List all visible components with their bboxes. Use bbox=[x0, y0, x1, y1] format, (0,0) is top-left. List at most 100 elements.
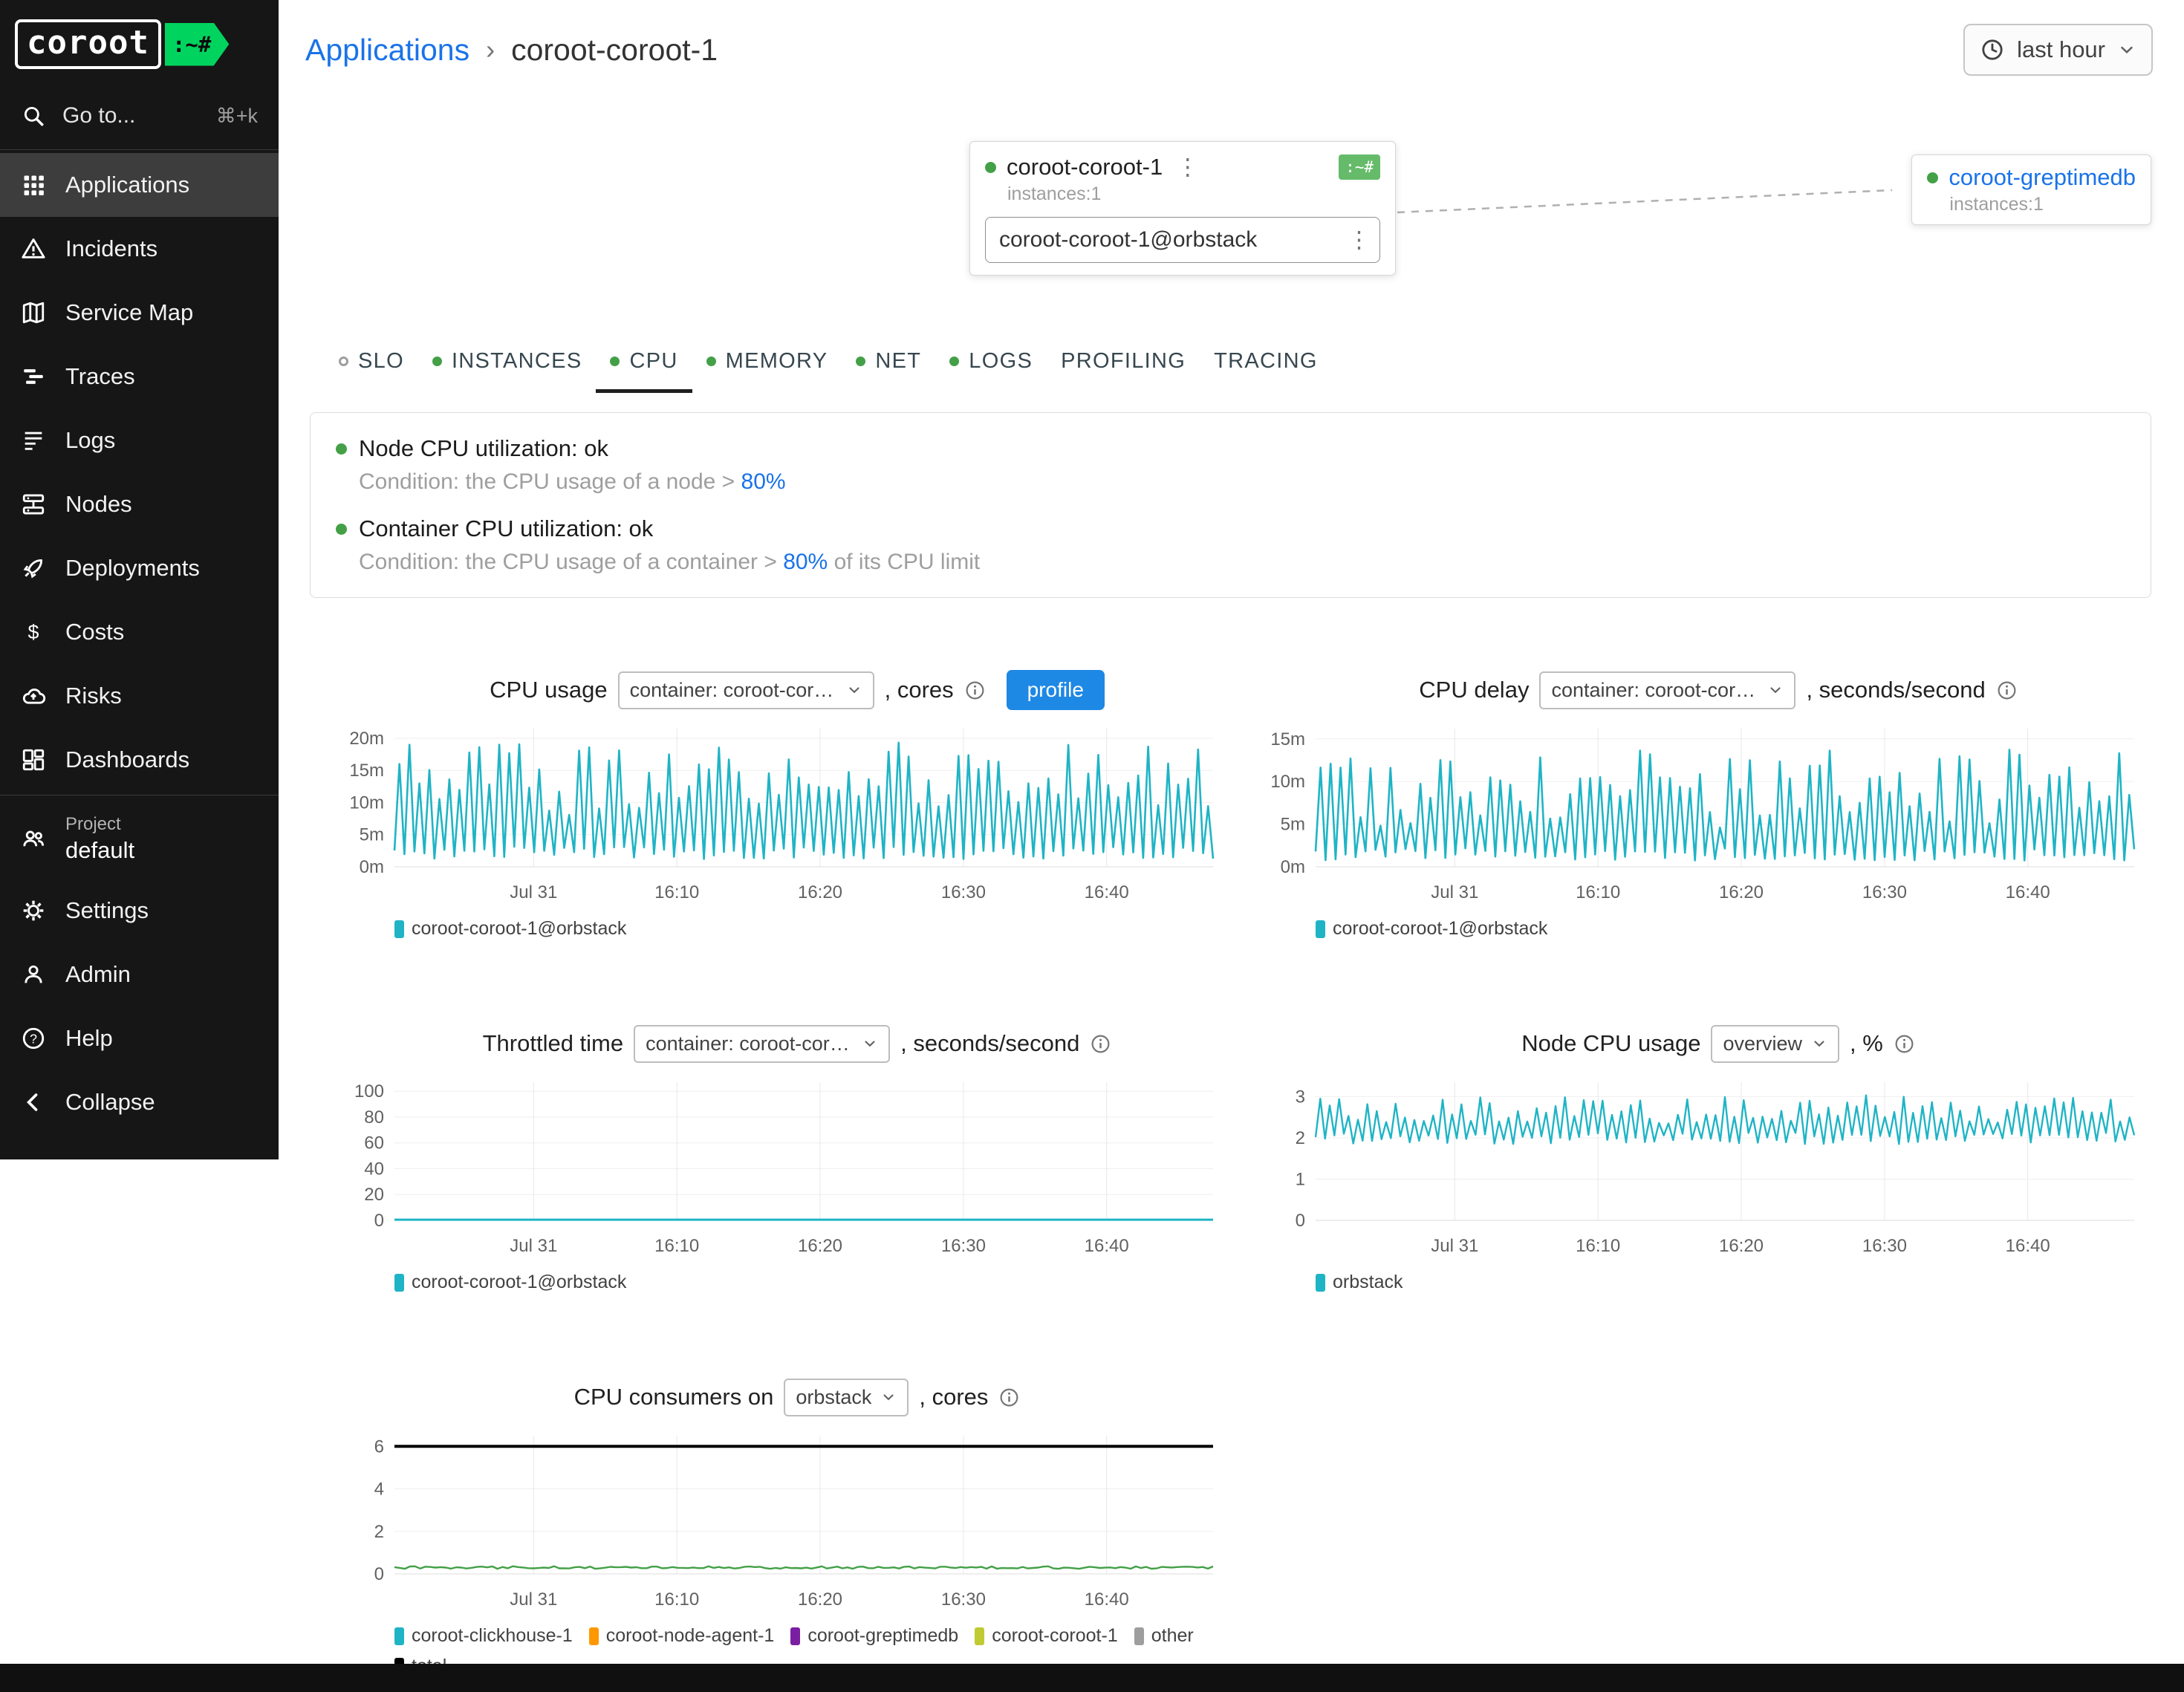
node-cpu-usage-selector[interactable]: overview bbox=[1711, 1025, 1839, 1063]
info-icon[interactable] bbox=[1996, 680, 2018, 701]
legend-color-swatch bbox=[1316, 920, 1325, 938]
chart-unit: , cores bbox=[885, 677, 954, 703]
svg-text:2: 2 bbox=[1296, 1128, 1305, 1148]
legend-item[interactable]: coroot-coroot-1 bbox=[975, 1625, 1118, 1647]
goto-search[interactable]: Go to... ⌘+k bbox=[0, 85, 279, 146]
legend-item[interactable]: coroot-coroot-1@orbstack bbox=[394, 1272, 626, 1293]
tab-net[interactable]: NET bbox=[842, 334, 935, 393]
svg-text:100: 100 bbox=[354, 1081, 384, 1102]
sidebar-item-nodes[interactable]: Nodes bbox=[0, 472, 279, 536]
sidebar-item-traces[interactable]: Traces bbox=[0, 345, 279, 409]
legend-color-swatch bbox=[790, 1627, 800, 1645]
instance-coroot-coroot-1-orbstack[interactable]: coroot-coroot-1@orbstack ⋮ bbox=[985, 217, 1380, 263]
legend-item[interactable]: coroot-coroot-1@orbstack bbox=[394, 918, 626, 940]
tab-slo[interactable]: SLO bbox=[325, 334, 418, 393]
sidebar-item-label: Admin bbox=[65, 961, 131, 988]
svg-text:Jul 31: Jul 31 bbox=[510, 1589, 557, 1610]
tab-tracing[interactable]: TRACING bbox=[1200, 334, 1332, 393]
threshold-link[interactable]: 80% bbox=[783, 550, 828, 574]
svg-text:3: 3 bbox=[1296, 1087, 1305, 1107]
kebab-menu-icon[interactable]: ⋮ bbox=[1345, 227, 1374, 253]
sidebar-item-deployments[interactable]: Deployments bbox=[0, 536, 279, 600]
legend-item[interactable]: other bbox=[1134, 1625, 1194, 1647]
breadcrumb-applications[interactable]: Applications bbox=[305, 33, 469, 68]
check-title: Node CPU utilization: ok bbox=[336, 435, 2125, 462]
tab-profiling[interactable]: PROFILING bbox=[1047, 334, 1200, 393]
sidebar-item-risks[interactable]: Risks bbox=[0, 664, 279, 728]
legend-color-swatch bbox=[394, 1627, 404, 1645]
info-icon[interactable] bbox=[964, 680, 986, 701]
chart-title: CPU consumers on bbox=[574, 1384, 774, 1410]
sidebar-item-label: Traces bbox=[65, 363, 135, 390]
svg-text:16:20: 16:20 bbox=[798, 882, 842, 902]
tab-status-dot bbox=[949, 357, 959, 366]
selector-value: orbstack bbox=[796, 1386, 871, 1409]
svg-text:1: 1 bbox=[1296, 1170, 1305, 1190]
tab-cpu[interactable]: CPU bbox=[596, 334, 692, 393]
sidebar-item-collapse[interactable]: Collapse bbox=[0, 1070, 279, 1134]
service-node-coroot-greptimedb[interactable]: coroot-greptimedb instances:1 bbox=[1911, 154, 2151, 225]
goto-shortcut: ⌘+k bbox=[216, 105, 258, 128]
info-icon[interactable] bbox=[1894, 1033, 1915, 1055]
tab-label: CPU bbox=[629, 349, 677, 374]
svg-text:0: 0 bbox=[374, 1211, 384, 1231]
legend-item[interactable]: orbstack bbox=[1316, 1272, 1403, 1293]
peer-node-link[interactable]: coroot-greptimedb bbox=[1949, 164, 2136, 191]
legend-color-swatch bbox=[394, 1274, 404, 1292]
dollar-icon: $ bbox=[21, 619, 46, 645]
kebab-menu-icon[interactable]: ⋮ bbox=[1173, 154, 1202, 180]
sidebar-item-applications[interactable]: Applications bbox=[0, 153, 279, 217]
legend-item[interactable]: coroot-greptimedb bbox=[790, 1625, 958, 1647]
cpu-consumers-selector[interactable]: orbstack bbox=[784, 1379, 909, 1416]
sidebar-item-incidents[interactable]: Incidents bbox=[0, 217, 279, 281]
info-icon[interactable] bbox=[998, 1387, 1020, 1408]
sidebar-item-costs[interactable]: $Costs bbox=[0, 600, 279, 664]
chart-cpu-delay: CPU delaycontainer: coroot-coro..., seco… bbox=[1258, 669, 2179, 940]
time-range-picker[interactable]: last hour bbox=[1963, 24, 2153, 76]
sidebar-item-label: Deployments bbox=[65, 555, 200, 582]
dashboard-icon bbox=[21, 747, 46, 772]
threshold-link[interactable]: 80% bbox=[741, 469, 786, 494]
sidebar-item-service-map[interactable]: Service Map bbox=[0, 281, 279, 345]
chart-canvas: 0m5m10m15mJul 3116:1016:2016:3016:40 bbox=[1258, 720, 2179, 912]
legend-item[interactable]: coroot-clickhouse-1 bbox=[394, 1625, 573, 1647]
svg-text:80: 80 bbox=[364, 1107, 384, 1128]
sidebar-item-admin[interactable]: Admin bbox=[0, 943, 279, 1006]
legend-color-swatch bbox=[589, 1627, 599, 1645]
cpu-usage-selector[interactable]: container: coroot-coro... bbox=[618, 671, 874, 709]
svg-text:16:30: 16:30 bbox=[1862, 882, 1907, 902]
svg-text:15m: 15m bbox=[1270, 729, 1305, 749]
sidebar-item-settings[interactable]: Settings bbox=[0, 879, 279, 943]
sidebar-item-dashboards[interactable]: Dashboards bbox=[0, 728, 279, 792]
legend-item[interactable]: coroot-node-agent-1 bbox=[589, 1625, 775, 1647]
svg-text:0m: 0m bbox=[1281, 857, 1305, 877]
node-os-badge: :~# bbox=[1339, 154, 1380, 180]
goto-label: Go to... bbox=[62, 103, 135, 128]
cpu-delay-selector[interactable]: container: coroot-coro... bbox=[1539, 671, 1795, 709]
chevron-down-icon bbox=[846, 682, 862, 698]
service-node-coroot-coroot-1[interactable]: coroot-coroot-1 ⋮ :~# instances:1 coroot… bbox=[969, 141, 1396, 276]
throttled-time-selector[interactable]: container: coroot-coro... bbox=[634, 1025, 890, 1063]
sidebar-item-help[interactable]: ?Help bbox=[0, 1006, 279, 1070]
tab-label: MEMORY bbox=[726, 349, 828, 374]
tab-memory[interactable]: MEMORY bbox=[692, 334, 842, 393]
info-icon[interactable] bbox=[1090, 1033, 1111, 1055]
sidebar-item-project[interactable]: Project default bbox=[0, 798, 279, 879]
profile-button[interactable]: profile bbox=[1007, 670, 1105, 710]
person-icon bbox=[21, 962, 46, 987]
legend-item[interactable]: coroot-coroot-1@orbstack bbox=[1316, 918, 1547, 940]
sidebar-item-label: Settings bbox=[65, 897, 149, 924]
svg-text:16:10: 16:10 bbox=[654, 1589, 699, 1610]
svg-text:$: $ bbox=[28, 621, 39, 643]
tab-instances[interactable]: INSTANCES bbox=[418, 334, 597, 393]
svg-text:16:30: 16:30 bbox=[941, 1236, 986, 1256]
sidebar-item-logs[interactable]: Logs bbox=[0, 409, 279, 472]
rocket-icon bbox=[21, 556, 46, 581]
coroot-logo[interactable]: coroot :~# bbox=[0, 0, 279, 85]
instances-count: instances:1 bbox=[1007, 183, 1380, 205]
tab-logs[interactable]: LOGS bbox=[935, 334, 1047, 393]
chart-cpu-usage: CPU usagecontainer: coroot-coro..., core… bbox=[337, 669, 1258, 940]
sidebar-item-label: Service Map bbox=[65, 299, 193, 326]
svg-text:6: 6 bbox=[374, 1436, 384, 1457]
chart-canvas: 0246Jul 3116:1016:2016:3016:40 bbox=[337, 1427, 1258, 1619]
